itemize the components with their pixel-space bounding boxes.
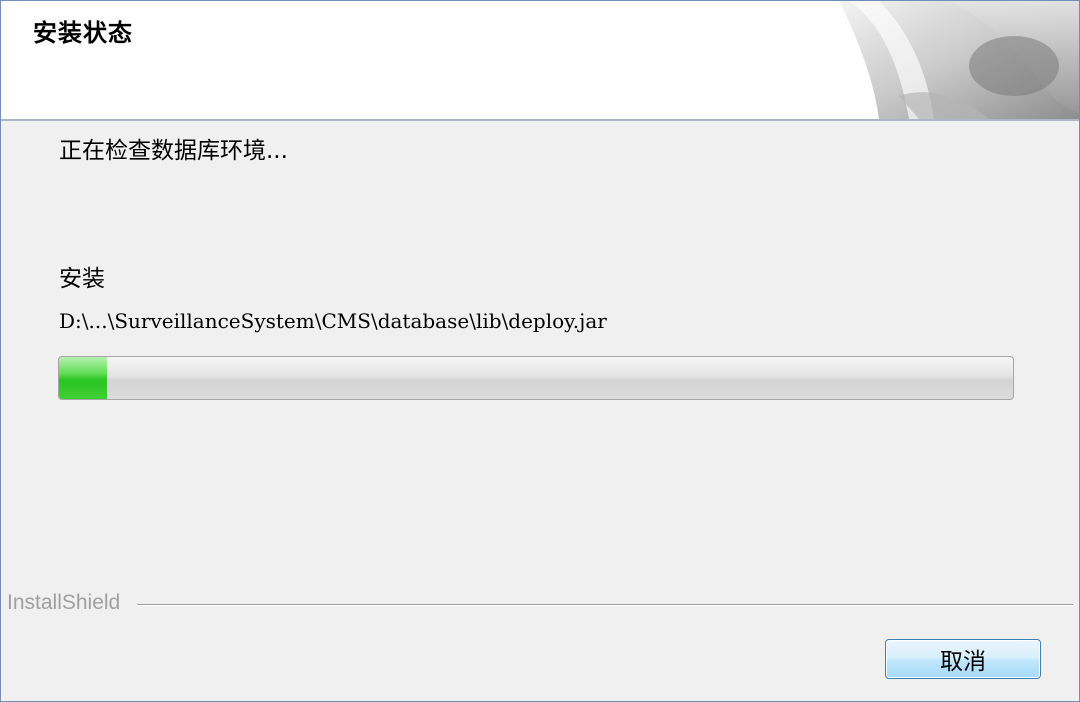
progress-bar [58,356,1014,400]
progress-bar-fill [59,357,107,399]
installer-window: 安装状态 正在检查数据库环境... 安装 D:\...\Surveillance… [0,0,1080,702]
current-file-path: D:\...\SurveillanceSystem\CMS\database\l… [59,309,607,333]
divider-line [137,604,1073,606]
installshield-divider: InstallShield [7,591,1073,619]
installshield-brand-label: InstallShield [7,591,129,615]
install-section-label: 安装 [59,266,105,292]
header-banner: 安装状态 [1,1,1079,121]
status-message: 正在检查数据库环境... [59,138,288,164]
cancel-button[interactable]: 取消 [885,639,1041,679]
installshield-header-graphic-icon [839,1,1079,119]
page-title: 安装状态 [33,19,133,47]
